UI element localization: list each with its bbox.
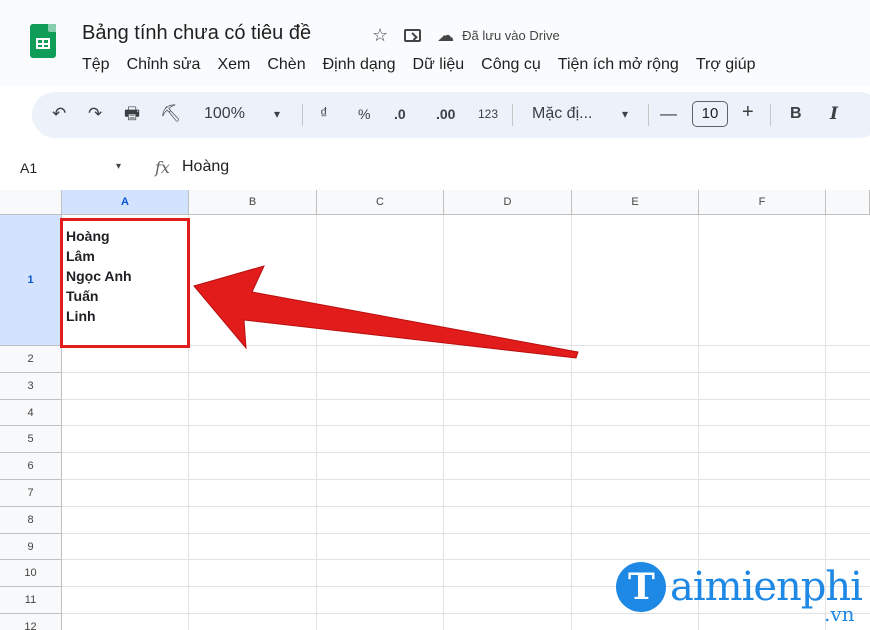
print-icon[interactable]: 🖶 (124, 104, 140, 124)
saved-status: Đã lưu vào Drive (462, 28, 560, 43)
name-box-dropdown-icon[interactable]: ▾ (116, 161, 121, 172)
watermark-logo: aimienphi .vn (610, 556, 870, 630)
column-header-c[interactable]: C (317, 190, 444, 215)
sheets-logo-icon[interactable] (30, 24, 56, 58)
italic-button[interactable]: I (830, 104, 838, 124)
row-header-6[interactable]: 6 (0, 453, 62, 480)
row-gridline (62, 398, 870, 400)
currency-format-button[interactable]: ₫ (320, 104, 328, 124)
paint-format-icon[interactable]: ⛏ (160, 104, 182, 124)
row-gridline (62, 479, 870, 480)
toolbar-divider (770, 104, 771, 126)
redo-icon[interactable]: ↷ (88, 104, 102, 124)
formula-input[interactable]: Hoàng (182, 158, 229, 176)
title-bar: Bảng tính chưa có tiêu đề ☆ ☁ Đã lưu vào… (0, 0, 870, 86)
toolbar: ↶ ↷ 🖶 ⛏ 100% ▾ ₫ % .0 .00 123 Mặc đị... … (32, 92, 870, 138)
move-to-folder-icon[interactable] (404, 29, 422, 42)
row-header-2[interactable]: 2 (0, 346, 62, 373)
toolbar-divider (648, 104, 649, 126)
row-gridline (62, 452, 870, 454)
highlight-box (60, 218, 190, 348)
formula-bar: A1 ▾ fx Hoàng (0, 150, 870, 190)
menu-insert[interactable]: Chèn (267, 56, 305, 74)
menu-edit[interactable]: Chỉnh sửa (127, 56, 201, 74)
watermark-t-icon (616, 562, 666, 612)
toolbar-divider (512, 104, 513, 126)
row-gridline (62, 532, 870, 534)
menu-tools[interactable]: Công cụ (481, 56, 541, 74)
increase-font-size-button[interactable]: + (742, 102, 754, 122)
row-header-8[interactable]: 8 (0, 506, 62, 534)
decrease-decimal-button[interactable]: .0 (394, 104, 406, 124)
number-format-button[interactable]: 123 (478, 104, 498, 124)
font-size-input[interactable]: 10 (692, 101, 728, 127)
column-header-f[interactable]: F (699, 190, 826, 215)
font-family-select[interactable]: Mặc đị... (532, 104, 592, 124)
star-icon[interactable]: ☆ (372, 25, 388, 46)
name-box[interactable]: A1 (20, 160, 37, 176)
column-header-d[interactable]: D (444, 190, 572, 215)
row-header-1[interactable]: 1 (0, 215, 62, 346)
row-header-3[interactable]: 3 (0, 372, 62, 400)
menu-data[interactable]: Dữ liệu (413, 56, 465, 74)
menu-format[interactable]: Định dạng (323, 56, 396, 74)
column-gridline (571, 215, 572, 630)
column-header-g[interactable] (826, 190, 870, 215)
document-title[interactable]: Bảng tính chưa có tiêu đề (82, 22, 311, 45)
row-gridline (62, 425, 870, 427)
column-gridline (443, 215, 444, 630)
cloud-saved-icon[interactable]: ☁ (437, 26, 454, 46)
menu-extensions[interactable]: Tiện ích mở rộng (558, 56, 679, 74)
function-icon: fx (155, 158, 170, 177)
select-all-corner[interactable] (0, 190, 62, 215)
row-gridline (62, 371, 870, 373)
percent-format-button[interactable]: % (358, 104, 370, 124)
row-gridline (62, 505, 870, 507)
watermark-suffix: .vn (824, 602, 855, 626)
row-header-9[interactable]: 9 (0, 533, 62, 561)
row-header-4[interactable]: 4 (0, 399, 62, 427)
menu-view[interactable]: Xem (217, 56, 250, 74)
title-icons: ☆ ☁ Đã lưu vào Drive (372, 25, 560, 46)
toolbar-divider (302, 104, 303, 126)
increase-decimal-button[interactable]: .00 (436, 104, 455, 124)
column-header-e[interactable]: E (572, 190, 699, 215)
row-header-10[interactable]: 10 (0, 560, 62, 588)
column-gridline (316, 215, 317, 630)
row-header-5[interactable]: 5 (0, 426, 62, 454)
column-header-b[interactable]: B (189, 190, 317, 215)
menu-file[interactable]: Tệp (82, 56, 110, 74)
menu-help[interactable]: Trợ giúp (696, 56, 756, 74)
column-header-a[interactable]: A (62, 190, 189, 215)
row-header-11[interactable]: 11 (0, 587, 62, 614)
font-dropdown-icon[interactable]: ▾ (622, 104, 628, 124)
row-header-7[interactable]: 7 (0, 480, 62, 507)
zoom-dropdown-icon[interactable]: ▾ (274, 104, 280, 124)
menu-bar: Tệp Chỉnh sửa Xem Chèn Định dạng Dữ liệu… (82, 56, 773, 74)
undo-icon[interactable]: ↶ (52, 104, 66, 124)
row-header-12[interactable]: 12 (0, 614, 62, 630)
bold-button[interactable]: B (790, 104, 802, 124)
zoom-select[interactable]: 100% (204, 104, 245, 124)
decrease-font-size-button[interactable]: — (660, 104, 677, 124)
